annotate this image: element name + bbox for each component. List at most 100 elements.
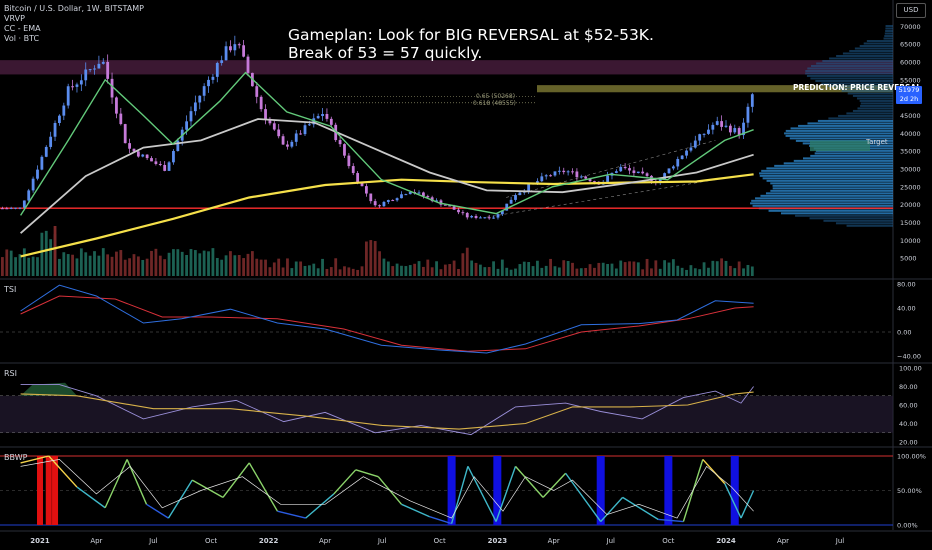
volume-bar bbox=[58, 258, 61, 276]
candle-body bbox=[22, 200, 26, 208]
price-tick-label: 20000 bbox=[900, 201, 921, 209]
candle-body bbox=[509, 199, 513, 204]
volume-bar bbox=[132, 254, 136, 276]
candle-body bbox=[417, 192, 421, 194]
volume-bar bbox=[742, 268, 745, 276]
volume-bar bbox=[71, 254, 74, 276]
vp-bar bbox=[790, 127, 893, 130]
volume-bar bbox=[180, 251, 184, 276]
vp-bar bbox=[806, 74, 893, 77]
volume-bar bbox=[172, 249, 175, 276]
bbwp-red-spike bbox=[52, 456, 59, 525]
gameplan-line-2: Break of 53 = 57 quickly. bbox=[288, 44, 483, 62]
last-price-tag[interactable]: 51979 2d 2h bbox=[896, 86, 922, 104]
candle-body bbox=[557, 170, 561, 172]
currency-badge[interactable]: USD bbox=[896, 3, 926, 18]
volume-bar bbox=[671, 259, 675, 276]
candle-body bbox=[84, 69, 88, 81]
vp-bar bbox=[785, 134, 893, 137]
vp-bar bbox=[885, 25, 893, 28]
volume-bar bbox=[272, 262, 276, 276]
candle-body bbox=[724, 125, 728, 127]
vp-bar bbox=[798, 124, 893, 127]
volume-bar bbox=[294, 261, 298, 276]
tsi-tick-label: 0.00 bbox=[897, 329, 911, 337]
volume-bar bbox=[579, 268, 583, 276]
indicator-volume[interactable]: Vol · BTC bbox=[4, 34, 144, 44]
volume-bar bbox=[457, 268, 460, 276]
volume-bar bbox=[575, 268, 579, 276]
resistance-zone bbox=[0, 60, 893, 75]
indicator-ema[interactable]: CC - EMA bbox=[4, 24, 144, 34]
candle-body bbox=[711, 124, 715, 130]
volume-bar bbox=[707, 267, 710, 276]
price-tick-label: 10000 bbox=[900, 237, 921, 245]
candle-body bbox=[571, 171, 574, 173]
volume-bar bbox=[27, 257, 31, 276]
vp-bar bbox=[755, 197, 893, 200]
candle-body bbox=[343, 144, 346, 156]
candle-body bbox=[281, 136, 285, 145]
volume-bar bbox=[224, 255, 228, 276]
candle-body bbox=[211, 76, 215, 80]
candle-body bbox=[514, 195, 517, 200]
bbwp-pane-label[interactable]: BBWP bbox=[4, 453, 27, 462]
candle-body bbox=[329, 118, 333, 125]
vp-bar bbox=[829, 57, 893, 60]
time-tick-label: Oct bbox=[205, 537, 217, 545]
volume-bar bbox=[724, 260, 728, 276]
volume-bar bbox=[566, 260, 570, 276]
volume-bar bbox=[364, 241, 368, 276]
candle-body bbox=[321, 114, 324, 117]
volume-bar bbox=[720, 258, 724, 276]
volume-bar bbox=[158, 255, 162, 276]
volume-bar bbox=[391, 266, 395, 276]
volume-bar bbox=[360, 266, 364, 276]
volume-bar bbox=[448, 264, 452, 276]
vp-bar bbox=[793, 159, 893, 162]
vp-bar bbox=[772, 187, 893, 190]
last-price: 51979 bbox=[898, 86, 920, 94]
candle-body bbox=[14, 207, 17, 209]
volume-bar bbox=[356, 269, 360, 276]
candle-body bbox=[93, 68, 96, 70]
volume-bar bbox=[211, 248, 215, 276]
candle-body bbox=[215, 62, 219, 77]
vp-bar bbox=[780, 212, 893, 215]
volume-bar bbox=[711, 260, 715, 276]
volume-bar bbox=[386, 261, 390, 276]
bbwp-red-spike bbox=[45, 456, 52, 525]
candle-body bbox=[386, 200, 390, 202]
candle-body bbox=[5, 208, 9, 210]
volume-bar bbox=[557, 267, 561, 276]
volume-bar bbox=[343, 266, 346, 276]
candle-body bbox=[575, 171, 579, 178]
time-tick-label: Apr bbox=[90, 537, 102, 545]
indicator-vrvp[interactable]: VRVP bbox=[4, 14, 144, 24]
candle-body bbox=[185, 121, 188, 130]
volume-bar bbox=[220, 259, 224, 276]
candle-body bbox=[198, 95, 202, 103]
candle-body bbox=[290, 141, 294, 147]
candle-body bbox=[294, 133, 298, 142]
symbol-title[interactable]: Bitcoin / U.S. Dollar, 1W, BITSTAMP bbox=[4, 4, 144, 14]
bbwp-tick-label: 50.00% bbox=[897, 487, 922, 495]
target-label: Target bbox=[866, 138, 888, 146]
vp-bar bbox=[852, 109, 893, 112]
vp-bar bbox=[809, 217, 893, 220]
volume-bar bbox=[5, 249, 9, 276]
volume-bar bbox=[676, 265, 680, 276]
volume-bar bbox=[233, 255, 237, 276]
vp-bar bbox=[846, 224, 893, 227]
time-tick-label: Jul bbox=[377, 537, 387, 545]
volume-bar bbox=[351, 268, 355, 276]
volume-bar bbox=[277, 258, 281, 276]
rsi-pane-label[interactable]: RSI bbox=[4, 369, 17, 378]
volume-bar bbox=[198, 253, 202, 276]
volume-bar bbox=[88, 255, 92, 276]
volume-bar bbox=[290, 268, 294, 276]
vp-bar bbox=[762, 177, 893, 180]
tsi-pane-label[interactable]: TSI bbox=[4, 285, 16, 294]
time-tick-label: 2021 bbox=[30, 537, 50, 545]
rsi-tick-label: 60.00 bbox=[899, 402, 918, 410]
